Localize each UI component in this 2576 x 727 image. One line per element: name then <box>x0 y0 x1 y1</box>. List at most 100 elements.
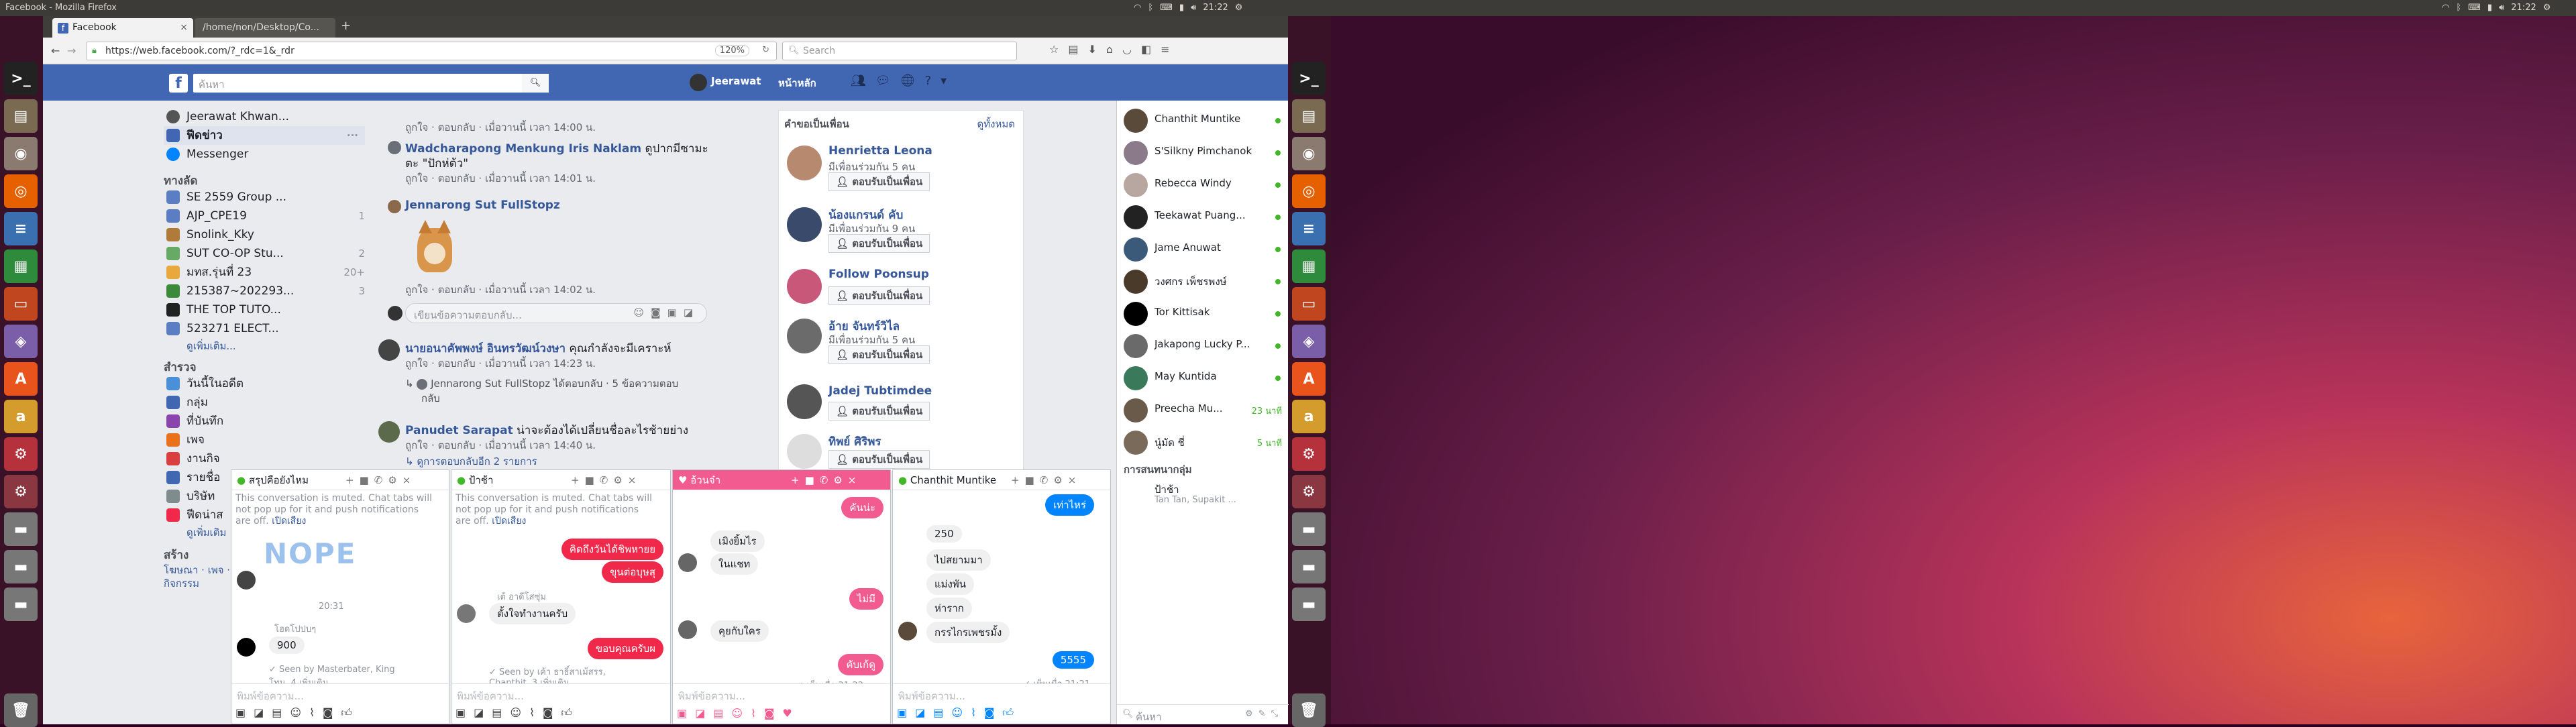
shortcut-item[interactable]: 523271 ELECT... <box>164 319 365 338</box>
close-icon[interactable]: × <box>628 474 642 486</box>
commenter-name[interactable]: นายอนาคัพพงษ์ อินทรวัฒน์วงษา <box>405 342 566 355</box>
camera-icon[interactable]: ◙ <box>651 306 667 319</box>
facebook-logo[interactable]: f <box>169 74 188 93</box>
search-field[interactable]: 🔍︎ Search <box>782 42 1017 60</box>
photo-icon[interactable]: ▣ <box>235 706 254 719</box>
avatar[interactable] <box>787 434 822 469</box>
messages-icon[interactable]: 💬︎ <box>875 74 900 88</box>
home-link[interactable]: หน้าหลัก <box>778 75 816 91</box>
friend-name[interactable]: Henrietta Leona <box>828 144 932 158</box>
chat-compose[interactable]: พิมพ์ข้อความ... ▣◪▤☺⌇◙👍︎ <box>231 683 449 724</box>
home-icon[interactable]: ⌂ <box>1106 43 1122 56</box>
comment-actions[interactable]: ถูกใจ · ตอบกลับ · เมื่อวานนี้ เวลา 14:23… <box>405 355 596 372</box>
confirm-friend-button[interactable]: 👤︎ ตอบรับเป็นเพื่อน <box>828 234 930 253</box>
contact-item[interactable]: S'Silkny Pimchanok <box>1117 137 1289 166</box>
sticker-icon[interactable]: ◪ <box>915 706 933 719</box>
contact-item[interactable]: Jakapong Lucky P... <box>1117 330 1289 359</box>
keyboard-icon[interactable]: ⌨ <box>2468 0 2481 16</box>
explore-item[interactable]: ที่บันทึก <box>164 412 365 431</box>
forward-icon[interactable]: → <box>67 44 76 57</box>
download-icon[interactable]: ⬇ <box>1087 43 1106 56</box>
contact-item[interactable]: Teekawat Puang... <box>1117 201 1289 231</box>
sticker-icon[interactable]: ◪ <box>254 706 272 719</box>
bluetooth-icon[interactable]: ᛒ <box>1148 0 1153 16</box>
emoji-icon[interactable]: ☺ <box>510 706 529 719</box>
attach-icon[interactable]: ⌇ <box>529 706 543 719</box>
sticker-icon[interactable]: ◪ <box>684 306 700 319</box>
emoji-icon[interactable]: ☺ <box>633 306 651 319</box>
wifi-icon[interactable]: ◠ <box>1134 0 1141 16</box>
chat-header[interactable]: ● สรุปคือยังไหม +■✆⚙× <box>231 470 449 490</box>
extension-icon[interactable]: ◧ <box>1141 43 1161 56</box>
emoji-icon[interactable]: ☺ <box>290 706 309 719</box>
emoji-icon[interactable]: ☺ <box>731 707 751 720</box>
firefox-icon[interactable]: ◎ <box>4 174 38 208</box>
disk-icon[interactable]: ◉ <box>1292 137 1326 170</box>
comment-actions[interactable]: ถูกใจ · ตอบกลับ · เมื่อวานนี้ เวลา 14:02… <box>405 282 596 298</box>
shortcut-item[interactable]: AJP_CPE19 1 <box>164 207 365 225</box>
writer-icon[interactable]: ≡ <box>4 212 38 245</box>
contact-item[interactable]: Jame Anuwat <box>1117 233 1289 263</box>
chat-header[interactable]: ● ป้าช้า +■✆⚙× <box>451 470 670 490</box>
camera-icon[interactable]: ◙ <box>543 706 561 719</box>
phone-icon[interactable]: ✆ <box>1040 474 1054 486</box>
heart-icon[interactable]: ♥ <box>782 707 800 720</box>
confirm-friend-button[interactable]: 👤︎ ตอบรับเป็นเพื่อน <box>828 450 930 469</box>
pocket-icon[interactable]: ◡ <box>1122 43 1141 56</box>
unmute-link[interactable]: เปิดเสียง <box>492 516 526 526</box>
close-icon[interactable]: × <box>180 18 188 38</box>
calc-icon[interactable]: ▦ <box>1292 249 1326 283</box>
explore-item[interactable]: เพจ <box>164 431 365 449</box>
drive-icon[interactable]: ▬ <box>1292 550 1326 583</box>
photo-icon[interactable]: ▣ <box>897 706 915 719</box>
explore-item[interactable]: งานกิจ <box>164 449 365 468</box>
software-icon[interactable]: ◈ <box>4 325 38 358</box>
profile-link[interactable]: Jeerawat <box>711 75 761 87</box>
confirm-friend-button[interactable]: 👤︎ ตอบรับเป็นเพื่อน <box>828 172 930 191</box>
files-icon[interactable]: ▤ <box>4 99 38 133</box>
drive-icon[interactable]: ▬ <box>1292 588 1326 621</box>
contact-item[interactable]: Rebecca Windy <box>1117 169 1289 199</box>
friend-name[interactable]: Follow Poonsup <box>828 268 929 281</box>
add-icon[interactable]: + <box>1011 474 1025 486</box>
gear-icon[interactable]: ⚙ <box>1053 474 1067 486</box>
disk-icon[interactable]: ◉ <box>4 137 38 170</box>
replies-summary-cont[interactable]: กลับ <box>421 390 440 406</box>
contacts-search-input[interactable]: 🔍︎ ค้นหา ⚙✎⤡ <box>1117 704 1289 724</box>
see-all-link[interactable]: ดูทั้งหมด <box>977 116 1015 132</box>
video-icon[interactable]: ■ <box>1025 474 1040 486</box>
clipboard-icon[interactable]: ▤ <box>1068 43 1087 56</box>
chevron-down-icon[interactable]: ▾ <box>941 74 956 88</box>
impress-icon[interactable]: ▭ <box>4 287 38 321</box>
replies-summary[interactable]: ↳ Jennarong Sut FullStopz ได้ตอบกลับ · 5… <box>405 376 678 392</box>
volume-icon[interactable]: 🔊︎ <box>2499 0 2504 16</box>
sidebar-item-news-feed[interactable]: ฟีดข่าว ··· <box>164 126 365 145</box>
battery-icon[interactable]: ▮ <box>1179 0 1184 16</box>
phone-icon[interactable]: ✆ <box>820 474 834 486</box>
software-center-icon[interactable]: A <box>1292 362 1326 396</box>
shortcut-item[interactable]: Snolink_Kky <box>164 225 365 244</box>
settings-icon[interactable]: ⚙ <box>1292 437 1326 471</box>
add-icon[interactable]: + <box>345 474 360 486</box>
confirm-friend-button[interactable]: 👤︎ ตอบรับเป็นเพื่อน <box>828 286 930 305</box>
friend-name[interactable]: ทิพย์ ศิริพร <box>828 433 881 451</box>
confirm-friend-button[interactable]: 👤︎ ตอบรับเป็นเพื่อน <box>828 402 930 421</box>
avatar[interactable] <box>378 339 400 361</box>
unmute-link[interactable]: เปิดเสียง <box>272 516 306 526</box>
thumbs-up-icon[interactable]: 👍︎ <box>561 706 580 719</box>
contact-item[interactable]: Chanthit Muntike <box>1117 105 1289 134</box>
sidebar-item-messenger[interactable]: Messenger <box>164 145 365 164</box>
attach-icon[interactable]: ⌇ <box>971 706 984 719</box>
gif-icon[interactable]: ▣ <box>667 306 684 319</box>
gear-icon[interactable]: ⚙ <box>1235 0 1243 16</box>
facebook-search-input[interactable]: ค้นหา 🔍︎ <box>193 74 549 93</box>
avatar[interactable] <box>787 269 822 304</box>
avatar[interactable] <box>787 319 822 353</box>
system-tray-right[interactable]: ◠ ᛒ ⌨ ▮ 🔊︎ 21:22 ⚙ <box>2442 0 2551 16</box>
more-replies-link[interactable]: ↳ ดูการตอบกลับอีก 2 รายการ <box>405 453 537 469</box>
shortcut-item[interactable]: 215387~202293... 3 <box>164 282 365 300</box>
drive-icon[interactable]: ▬ <box>4 512 38 546</box>
files-icon[interactable]: ▤ <box>1292 99 1326 133</box>
star-icon[interactable]: ☆ <box>1049 43 1068 56</box>
software-icon[interactable]: ◈ <box>1292 325 1326 358</box>
